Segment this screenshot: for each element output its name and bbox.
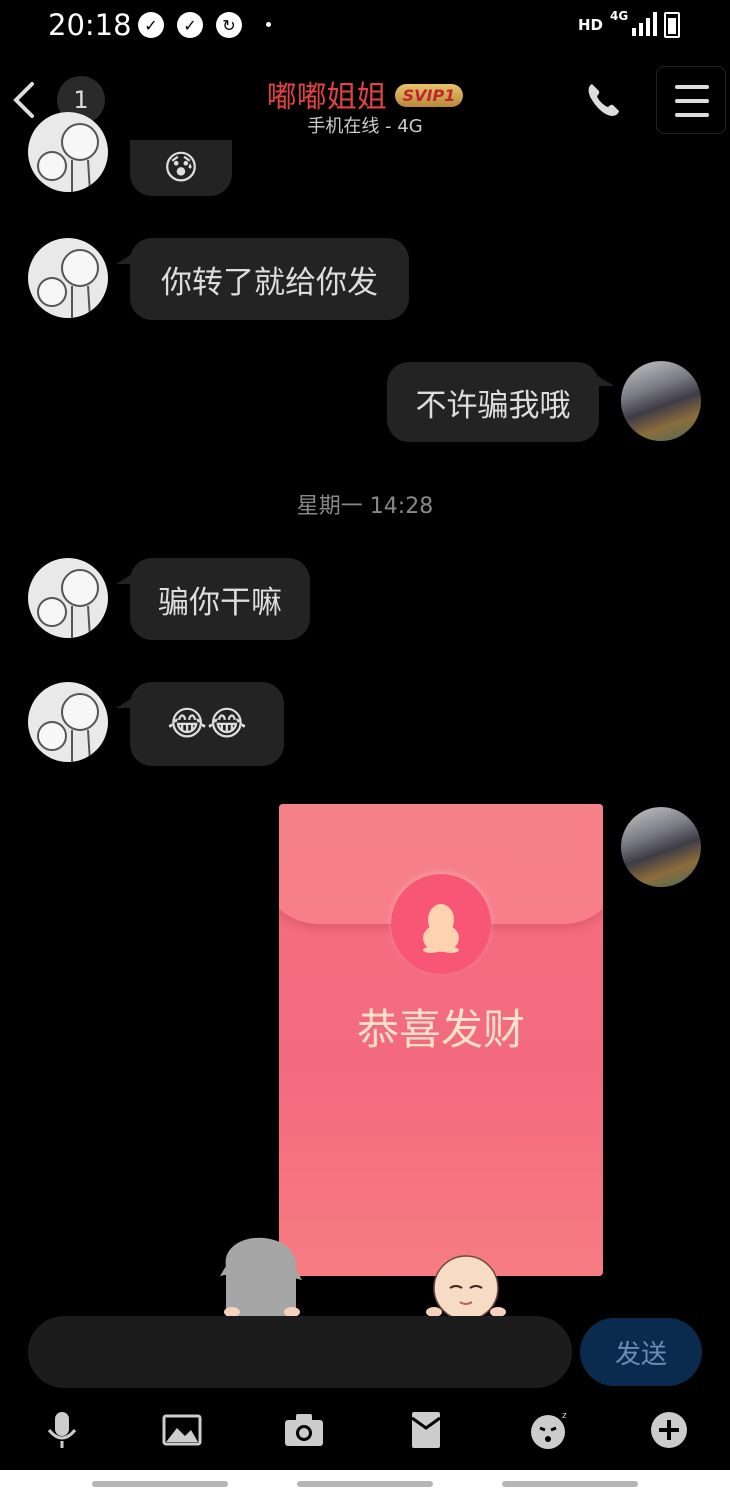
red-packet-greeting: 恭喜发财 — [356, 1005, 525, 1054]
message-bubble[interactable]: 不许骗我哦 — [387, 362, 599, 442]
nav-recents-button[interactable] — [92, 1481, 228, 1487]
contact-avatar[interactable] — [28, 682, 108, 762]
message-bubble[interactable]: 骗你干嘛 — [130, 558, 310, 640]
status-bar: 20:18 ✓ ✓ ↻ HD 4G — [0, 0, 730, 52]
nav-home-button[interactable] — [297, 1481, 433, 1487]
message-bubble[interactable]: 你转了就给你发 — [130, 238, 409, 320]
nav-back-button[interactable] — [502, 1481, 638, 1487]
message-timestamp: 星期一 14:28 — [296, 494, 434, 519]
battery-icon — [664, 12, 680, 38]
contact-name: 嘟嘟姐姐 — [266, 80, 387, 115]
my-avatar[interactable] — [621, 807, 701, 887]
send-button[interactable]: 发送 — [580, 1318, 702, 1386]
plus-icon[interactable] — [647, 1408, 691, 1452]
message-bubble[interactable]: 😂😂 — [130, 682, 284, 766]
contact-avatar[interactable] — [28, 238, 108, 318]
signal-icon — [632, 12, 660, 36]
sync-icon: ↻ — [216, 12, 242, 38]
phone-icon[interactable] — [584, 80, 624, 120]
svip-badge: SVIP1 — [394, 84, 464, 107]
bald-character-sticker — [426, 1255, 506, 1316]
hd-indicator: HD — [578, 16, 604, 34]
red-packet-icon[interactable] — [404, 1408, 448, 1452]
notification-dot-icon — [266, 22, 271, 27]
checklist-icon: ✓ — [138, 12, 164, 38]
image-icon[interactable] — [160, 1408, 204, 1452]
my-avatar[interactable] — [621, 361, 701, 441]
menu-button[interactable] — [656, 66, 726, 134]
camera-icon[interactable] — [282, 1408, 326, 1452]
contact-avatar[interactable] — [28, 112, 108, 192]
emoji-icon[interactable]: z — [526, 1408, 570, 1452]
gray-character-sticker — [220, 1237, 302, 1316]
penguin-icon — [423, 904, 459, 953]
contact-avatar[interactable] — [28, 558, 108, 638]
svg-text:z: z — [562, 1411, 567, 1421]
red-packet-message[interactable]: 恭喜发财 — [279, 804, 603, 1276]
microphone-icon[interactable] — [40, 1408, 84, 1452]
message-bubble[interactable]: 😰 — [130, 140, 232, 196]
checklist-icon: ✓ — [177, 12, 203, 38]
message-input[interactable] — [28, 1316, 572, 1388]
status-time: 20:18 — [48, 8, 132, 42]
network-type: 4G — [610, 9, 629, 23]
